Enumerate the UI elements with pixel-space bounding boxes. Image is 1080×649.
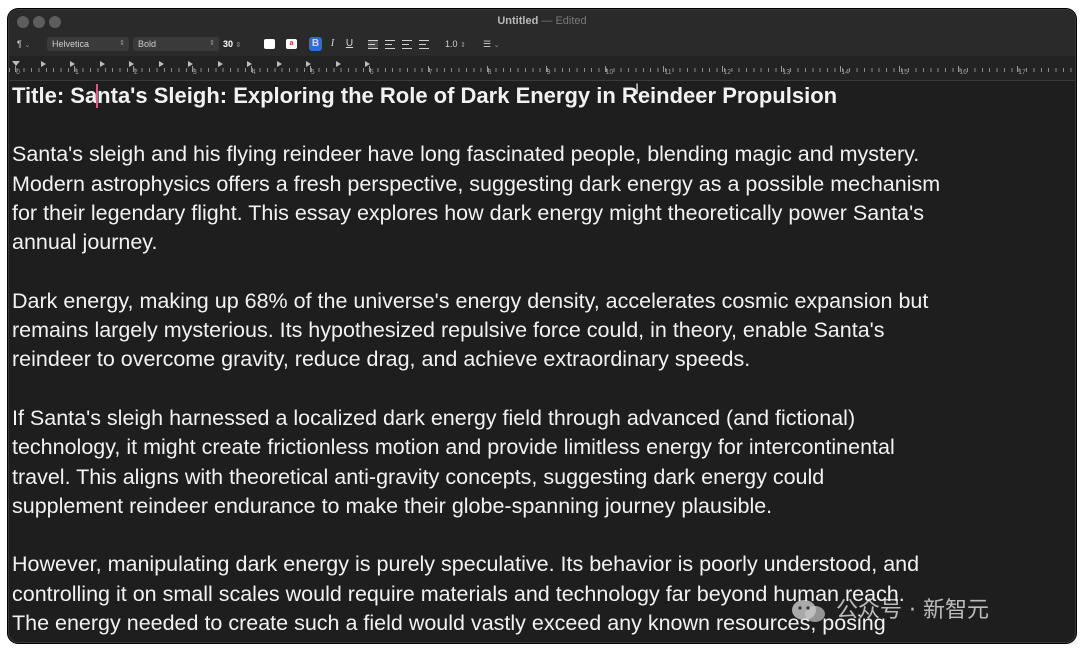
text-line: annual journey.: [12, 230, 158, 255]
stepper-icon: ⇕: [235, 42, 242, 49]
ruler-label: 4: [251, 69, 256, 76]
ruler-label: 7: [428, 69, 433, 76]
align-right-icon[interactable]: [402, 40, 412, 49]
updown-chevron-icon: ⇕: [119, 40, 125, 47]
ruler-label: 1: [74, 69, 79, 76]
align-justify-icon[interactable]: [419, 40, 429, 49]
ruler-label: 6: [369, 69, 374, 76]
document-body[interactable]: I Title: Santa's Sleigh: Exploring the R…: [12, 81, 1072, 642]
paragraph-list: Santa's sleigh and his flying reindeer h…: [12, 111, 1072, 638]
ruler-label: 17: [1018, 69, 1026, 76]
ruler-label: 2: [133, 69, 138, 76]
paragraph: Santa's sleigh and his flying reindeer h…: [12, 140, 1072, 257]
document-title: Title: Santa's Sleigh: Exploring the Rol…: [12, 83, 838, 108]
first-indent-marker[interactable]: [12, 61, 20, 66]
text-line: technology, it might create frictionless…: [12, 435, 895, 460]
text-line: reindeer to overcome gravity, reduce dra…: [12, 347, 751, 372]
title-bar: Untitled — Edited: [9, 10, 1075, 34]
title-separator: —: [541, 15, 553, 27]
align-left-icon[interactable]: [368, 40, 378, 49]
list-icon: ☰: [483, 39, 492, 49]
paragraph-style-icon: ¶: [17, 39, 22, 49]
text-line: Santa's sleigh and his flying reindeer h…: [12, 142, 920, 167]
paragraph: If Santa's sleigh harnessed a localized …: [12, 404, 1072, 521]
text-line: However, manipulating dark energy is pur…: [12, 552, 920, 577]
italic-button[interactable]: I: [326, 37, 339, 51]
font-style-popup[interactable]: Bold ⇕: [133, 37, 219, 51]
ruler-label: 0: [16, 69, 20, 76]
updown-chevron-icon: ⇕: [460, 42, 466, 49]
text-line: remains largely mysterious. Its hypothes…: [12, 318, 885, 343]
paragraph-style-popup[interactable]: ¶ ⌄: [17, 37, 30, 51]
underline-button[interactable]: U: [343, 37, 356, 51]
chevron-down-icon: ⌄: [24, 42, 31, 49]
text-color-swatch[interactable]: [264, 39, 275, 49]
tab-stop[interactable]: [336, 61, 341, 67]
font-size-field[interactable]: 30 ⇕: [223, 37, 241, 51]
font-size-value: 30: [223, 39, 234, 49]
ruler-label: 16: [959, 69, 967, 76]
tab-stop[interactable]: [41, 61, 46, 67]
editor-window: Untitled — Edited ¶ ⌄ Helvetica ⇕ Bold ⇕…: [8, 9, 1076, 643]
text-line: supplement reindeer endurance to make th…: [12, 493, 773, 518]
font-style-value: Bold: [138, 39, 157, 49]
paragraph: Dark energy, making up 68% of the univer…: [12, 287, 1072, 375]
tab-stop[interactable]: [100, 61, 105, 67]
watermark-text: 公众号 · 新智元: [836, 598, 989, 623]
font-family-popup[interactable]: Helvetica ⇕: [47, 37, 129, 51]
ruler-label: 5: [310, 69, 315, 76]
tab-stop[interactable]: [277, 61, 282, 67]
tab-stop[interactable]: [218, 61, 223, 67]
bold-button[interactable]: B: [309, 37, 322, 51]
format-toolbar: ¶ ⌄ Helvetica ⇕ Bold ⇕ 30 ⇕ a B I U 1.0 …: [9, 34, 1075, 56]
highlight-label: a: [289, 40, 294, 47]
font-family-value: Helvetica: [52, 39, 90, 49]
document-name: Untitled: [497, 15, 539, 27]
text-line: Dark energy, making up 68% of the univer…: [12, 288, 929, 313]
text-line: If Santa's sleigh harnessed a localized …: [12, 405, 856, 430]
ruler-scale: [9, 68, 1075, 80]
ruler[interactable]: 0 1 2 3 4 5 6 7 8 9 10 11 12 13 14 15 16 17: [9, 56, 1075, 81]
ruler-label: 12: [723, 69, 732, 76]
chevron-down-icon: ⌄: [493, 42, 500, 49]
watermark: 公众号 · 新智元: [789, 592, 989, 636]
text-line: travel. This aligns with theoretical ant…: [12, 464, 825, 489]
ruler-label: 15: [900, 69, 909, 76]
window-title: Untitled — Edited: [9, 15, 1075, 27]
ruler-label: 9: [546, 69, 551, 76]
wechat-logo-icon: [792, 600, 825, 622]
updown-chevron-icon: ⇕: [209, 40, 215, 47]
tab-stop[interactable]: [159, 61, 164, 67]
list-style-popup[interactable]: ☰ ⌄: [483, 37, 499, 51]
ruler-label: 10: [605, 69, 614, 76]
ibeam-cursor-icon: I: [635, 82, 640, 98]
ruler-label: 14: [841, 69, 850, 76]
line-spacing-popup[interactable]: 1.0 ⇕: [445, 37, 466, 51]
line-spacing-value: 1.0: [445, 39, 458, 49]
ruler-label: 11: [664, 69, 672, 76]
text-line: for their legendary flight. This essay e…: [12, 200, 924, 225]
highlight-color-swatch[interactable]: a: [286, 39, 297, 49]
text-cursor: [96, 84, 98, 108]
text-line: Modern astrophysics offers a fresh persp…: [12, 171, 941, 196]
ruler-label: 3: [192, 69, 197, 76]
document-status: Edited: [555, 15, 587, 27]
ruler-label: 13: [782, 69, 791, 76]
align-center-icon[interactable]: [385, 40, 395, 49]
ruler-label: 8: [487, 69, 492, 76]
